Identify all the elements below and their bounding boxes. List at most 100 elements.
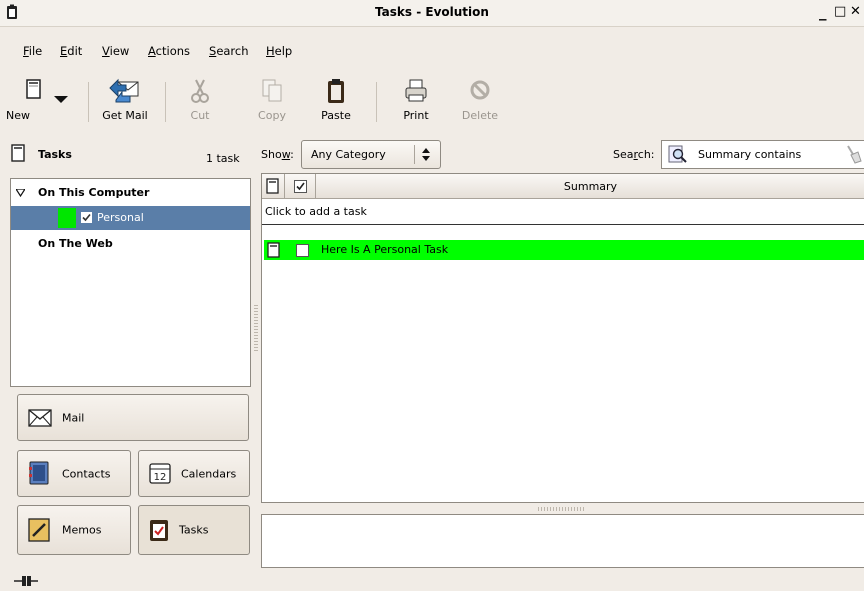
show-label-colon: : [290,148,294,161]
get-mail-label: Get Mail [102,109,148,122]
select-divider [414,145,415,164]
title-bar[interactable]: Tasks - Evolution _ □ ✕ [0,0,864,27]
memo-pencil-icon [28,518,50,542]
calendar-icon: 12 [149,463,171,484]
up-down-arrows-icon [422,148,430,161]
switcher-contacts-button[interactable]: Contacts [17,450,131,497]
task-type-icon [267,242,280,258]
menu-view[interactable]: View [102,44,129,58]
tree-group-on-the-web[interactable]: On The Web [11,232,250,256]
memo-icon [266,178,279,194]
switcher-tasks-button[interactable]: Tasks [138,505,250,555]
window-title: Tasks - Evolution [375,5,489,19]
get-mail-icon [109,78,139,103]
menu-file[interactable]: File [23,44,42,58]
search-label: Search: [613,148,655,161]
switcher-mail-button[interactable]: Mail [17,394,249,441]
show-label-mnemonic: w [281,148,291,161]
task-preview-pane [261,514,864,568]
paste-button[interactable]: Paste [316,78,356,124]
add-task-placeholder: Click to add a task [265,205,367,218]
toolbar-separator [376,82,377,122]
menu-view-label: iew [109,44,130,58]
task-table: Summary Click to add a task Here Is A Pe… [261,173,864,503]
search-label-text: Sea [613,148,634,161]
copy-icon [262,79,282,102]
column-header-type[interactable] [262,174,285,199]
table-row[interactable]: Here Is A Personal Task [264,240,864,260]
minimize-button[interactable]: _ [819,4,827,20]
cut-button[interactable]: Cut [180,78,220,124]
tasks-clipboard-icon [150,520,168,541]
search-options-icon[interactable] [668,145,688,163]
task-count: 1 task [206,152,240,165]
print-button[interactable]: Print [396,78,436,124]
summary-header-label: Summary [563,180,618,193]
source-tree: On This Computer Personal On The Web [10,178,251,387]
menu-help-mnemonic: H [266,44,275,58]
calendar-color-swatch [58,208,76,228]
sidebar-title: Tasks [38,148,72,161]
new-dropdown-arrow-icon[interactable] [54,96,68,104]
memos-label: Memos [62,523,102,537]
filter-bar: Show: Any Category Search: Summary conta… [261,140,864,170]
delete-button[interactable]: Delete [458,78,502,124]
preview-splitter[interactable] [538,507,586,511]
column-header-complete[interactable] [285,174,316,199]
switcher-memos-button[interactable]: Memos [17,505,131,555]
menu-bar: File Edit View Actions Search Help [0,44,864,62]
online-plug-icon[interactable] [14,575,38,587]
paste-label: Paste [321,109,351,122]
copy-button[interactable]: Copy [252,78,292,124]
switcher-calendars-button[interactable]: 12 Calendars [138,450,250,497]
maximize-button[interactable]: □ [834,4,846,20]
tree-group-on-this-computer[interactable]: On This Computer [11,181,250,205]
new-button[interactable]: New [6,78,50,124]
printer-icon [405,79,427,102]
menu-search-label: earch [216,44,249,58]
contacts-label: Contacts [62,467,111,480]
address-book-icon [29,461,49,485]
personal-checkbox[interactable] [81,212,92,223]
menu-search[interactable]: Search [209,44,249,58]
calendars-label: Calendars [181,467,237,480]
checkmark-icon [82,213,91,222]
show-label: Show: [261,148,294,161]
svg-text:12: 12 [154,472,167,483]
print-label: Print [403,109,429,122]
delete-icon [470,80,490,100]
menu-help-label: elp [274,44,293,58]
menu-edit[interactable]: Edit [60,44,82,58]
category-select-value: Any Category [311,148,386,161]
mail-label: Mail [62,411,85,424]
menu-actions-label: ctions [155,44,191,58]
memo-icon [26,79,41,99]
pane-splitter[interactable] [254,305,258,353]
task-complete-checkbox[interactable] [296,244,309,257]
tasks-icon [11,144,25,162]
add-task-row[interactable]: Click to add a task [262,202,864,225]
tree-item-personal[interactable]: Personal [11,206,250,230]
tasks-label: Tasks [179,523,209,537]
column-header-summary[interactable]: Summary [316,174,864,199]
clear-broom-icon[interactable] [844,144,862,164]
show-label-text: Sho [261,148,282,161]
scissors-icon [191,79,209,103]
search-input[interactable]: Summary contains [661,140,864,169]
expander-down-icon[interactable] [16,189,25,197]
get-mail-button[interactable]: Get Mail [95,78,155,124]
menu-help[interactable]: Help [266,44,292,58]
sidebar-header: Tasks 1 task [10,140,248,170]
menu-actions[interactable]: Actions [148,44,190,58]
copy-label: Copy [258,109,286,122]
personal-label: Personal [97,211,144,224]
checkmark-icon [296,182,305,191]
toolbar-separator [88,82,89,122]
category-select[interactable]: Any Category [301,140,441,169]
close-button[interactable]: ✕ [850,4,861,20]
menu-edit-label: dit [67,44,83,58]
menu-actions-mnemonic: A [148,44,156,58]
search-mode-text: Summary contains [698,148,802,161]
clipboard-paste-icon [328,79,344,103]
toolbar-separator [165,82,166,122]
